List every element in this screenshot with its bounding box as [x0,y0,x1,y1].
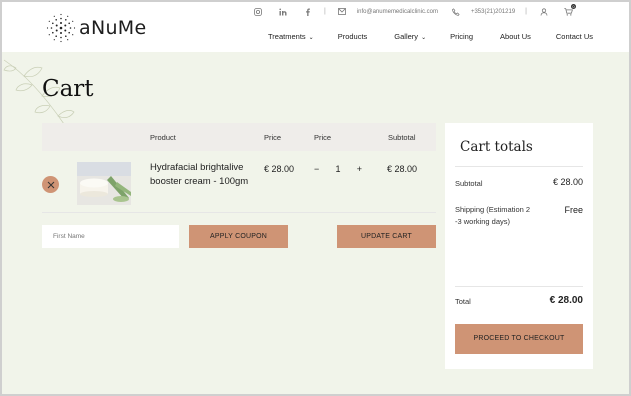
cart-table-header: Product Price Price Subtotal [42,123,436,151]
quantity-increase-button[interactable]: + [349,164,362,174]
product-name[interactable]: Hydrafacial brightalive booster cream - … [150,161,250,188]
user-icon[interactable] [539,7,548,16]
nav-item-contact-us[interactable]: Contact Us [556,32,593,41]
column-header-product: Product [150,133,176,142]
nav-item-pricing[interactable]: Pricing [450,32,473,41]
column-header-quantity: Price [314,133,332,142]
instagram-icon[interactable] [253,7,262,16]
top-contact-bar: | info@anumemedicalclinic.com +353(21)20… [245,4,581,16]
coupon-code-input[interactable] [42,225,179,248]
column-header-subtotal: Subtotal [388,133,416,142]
quantity-decrease-button[interactable]: − [314,164,327,174]
divider [455,286,583,287]
proceed-to-checkout-button[interactable]: PROCEED TO CHECKOUT [455,324,583,354]
quantity-value[interactable]: 1 [327,164,349,174]
chevron-down-icon: ⌄ [308,35,314,41]
cart-count-badge: 0 [571,4,576,9]
remove-item-button[interactable] [42,176,59,193]
apply-coupon-button[interactable]: APPLY COUPON [189,225,288,248]
cart-totals-panel: Cart totals Subtotal € 28.00 Shipping (E… [445,123,593,369]
nav-item-gallery[interactable]: Gallery ⌄ [394,32,426,41]
cart-item-row: Hydrafacial brightalive booster cream - … [42,151,436,213]
cart-totals-title: Cart totals [460,139,533,155]
mail-icon [338,7,347,16]
main-nav: Treatments ⌄ Products Gallery ⌄ Pricing Ab… [268,32,593,41]
subtotal-value: € 28.00 [552,177,583,187]
cream-jar-image [77,162,131,205]
brand-name: aNuMe [79,17,147,39]
page-frame: aNuMe | info@anumemedicalclinic.com +353… [0,0,631,396]
phone-icon [452,7,461,16]
total-value: € 28.00 [549,295,583,306]
cart-table: Product Price Price Subtotal Hydrafacial… [42,123,436,213]
nav-label: Gallery [394,32,419,41]
contact-email[interactable]: info@anumemedicalclinic.com [357,9,438,15]
divider [455,166,583,167]
contact-phone[interactable]: +353(21)201219 [471,9,515,15]
topbar-divider: | [324,8,326,15]
page-title: Cart [42,76,94,102]
total-label: Total [455,297,471,306]
nav-label: Pricing [450,32,474,41]
nav-label: Contact Us [555,32,593,41]
product-thumbnail[interactable] [77,162,131,205]
chevron-down-icon: ⌄ [421,35,427,41]
nav-item-products[interactable]: Products [338,32,368,41]
item-subtotal: € 28.00 [387,164,418,174]
nav-label: About Us [500,32,531,41]
brand-logo[interactable]: aNuMe [46,13,146,43]
nav-item-about-us[interactable]: About Us [500,32,531,41]
close-icon [47,181,54,188]
shipping-label: Shipping (Estimation 2 -3 working days) [455,205,531,226]
topbar-divider: | [525,8,527,15]
shipping-value: Free [564,205,583,215]
linkedin-icon[interactable] [278,7,287,16]
facebook-icon[interactable] [303,7,312,16]
site-header: aNuMe | info@anumemedicalclinic.com +353… [2,2,629,52]
logo-mark-icon [46,13,76,43]
column-header-price: Price [264,133,282,142]
subtotal-label: Subtotal [455,179,483,188]
nav-item-treatments[interactable]: Treatments ⌄ [268,32,314,41]
cart-icon[interactable]: 0 [564,4,576,16]
quantity-stepper: − 1 + [314,164,362,174]
update-cart-button[interactable]: UPDATE CART [337,225,436,248]
nav-label: Products [337,32,368,41]
nav-label: Treatments [268,32,306,41]
item-price: € 28.00 [264,164,295,174]
